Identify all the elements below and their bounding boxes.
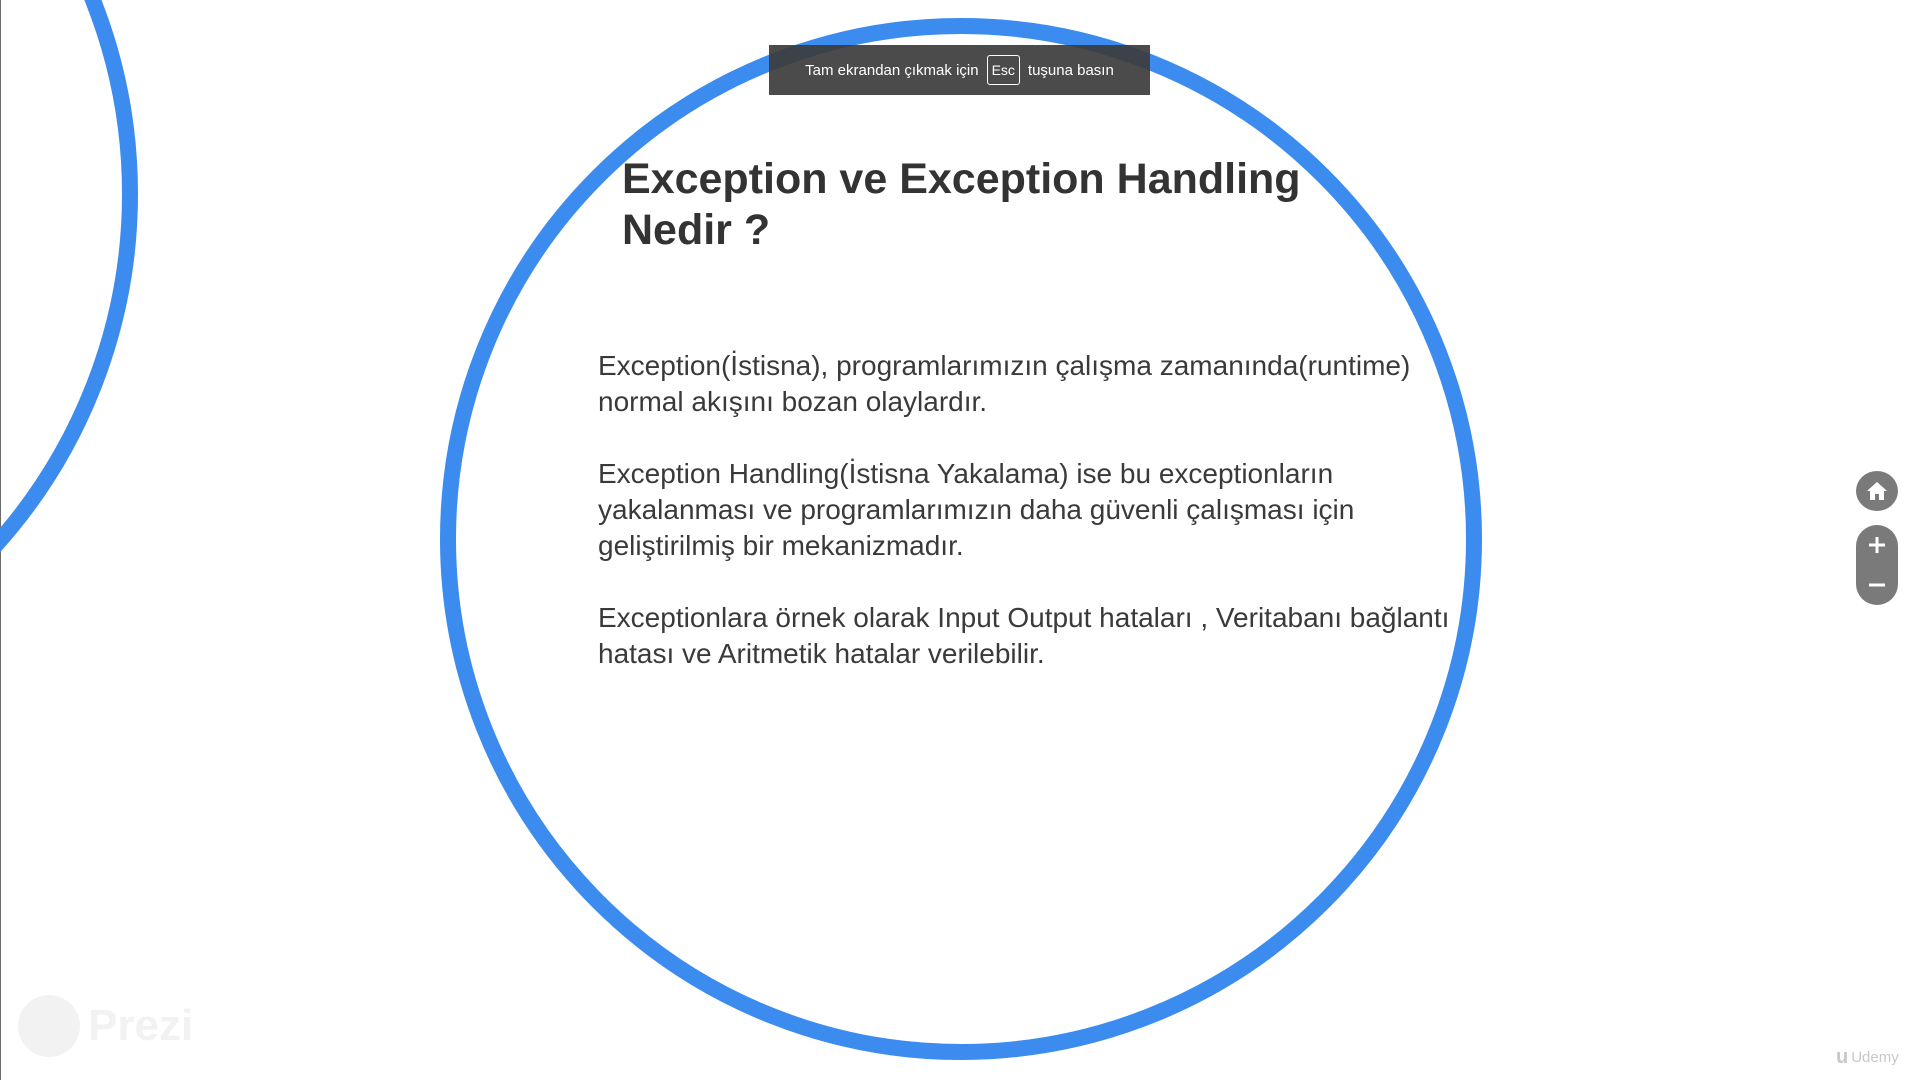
udemy-u-icon: u xyxy=(1836,1046,1849,1068)
fullscreen-notice-prefix: Tam ekrandan çıkmak için xyxy=(805,61,979,79)
logo-circle-icon xyxy=(18,995,80,1057)
slide-body: Exception(İstisna), programlarımızın çal… xyxy=(598,348,1458,708)
zoom-in-button[interactable] xyxy=(1856,525,1898,565)
fullscreen-exit-notice: Tam ekrandan çıkmak için Esc tuşuna bası… xyxy=(769,45,1150,95)
minus-icon xyxy=(1869,583,1885,587)
udemy-watermark-text: Udemy xyxy=(1851,1049,1899,1066)
slide-title: Exception ve Exception Handling Nedir ? xyxy=(622,155,1301,254)
presenter-logo-text: Prezi xyxy=(88,1001,194,1050)
udemy-watermark: u Udemy xyxy=(1836,1046,1899,1069)
presenter-logo-watermark: Prezi xyxy=(18,995,193,1057)
slide-paragraph: Exception(İstisna), programlarımızın çal… xyxy=(598,350,1411,417)
home-button[interactable] xyxy=(1856,471,1898,511)
plus-icon xyxy=(1869,537,1885,553)
adjacent-frame-circle xyxy=(0,0,138,728)
presentation-canvas[interactable]: Tam ekrandan çıkmak için Esc tuşuna bası… xyxy=(0,0,1920,1080)
slide-paragraph: Exception Handling(İstisna Yakalama) ise… xyxy=(598,458,1355,561)
fullscreen-notice-suffix: tuşuna basın xyxy=(1027,61,1114,79)
zoom-out-button[interactable] xyxy=(1856,565,1898,605)
slide-paragraph: Exceptionlara örnek olarak Input Output … xyxy=(598,602,1450,669)
esc-key-badge: Esc xyxy=(986,55,1020,85)
home-icon xyxy=(1867,482,1887,500)
